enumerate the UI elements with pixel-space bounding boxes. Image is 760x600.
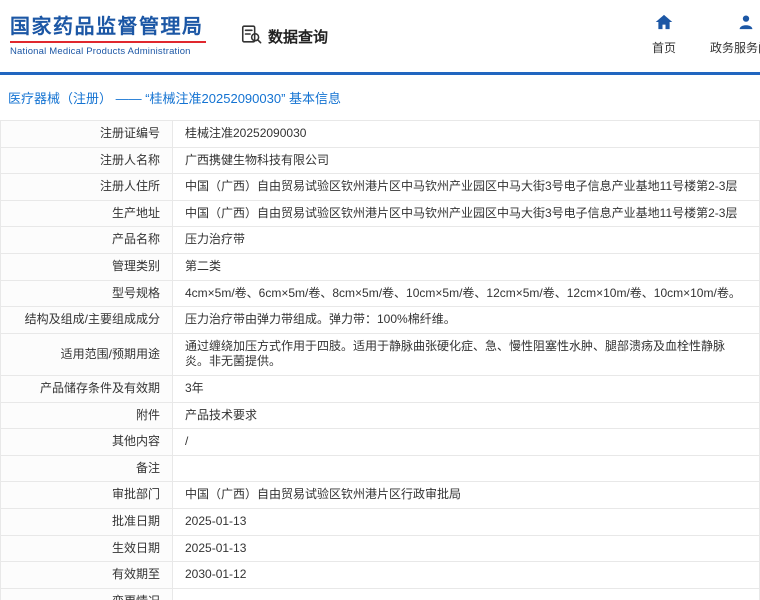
field-value: 2025-01-13: [172, 534, 760, 563]
table-row: 管理类别 第二类: [0, 252, 760, 281]
field-label: 结构及组成/主要组成成分: [0, 306, 173, 334]
field-label: 适用范围/预期用途: [0, 332, 173, 376]
field-label: 产品名称: [0, 226, 173, 254]
field-value: 中国（广西）自由贸易试验区钦州港片区行政审批局: [172, 481, 760, 509]
table-row: 生效日期 2025-01-13: [0, 534, 760, 563]
home-icon: [655, 13, 673, 36]
table-row: 型号规格 4cm×5m/卷、6cm×5m/卷、8cm×5m/卷、10cm×5m/…: [0, 279, 760, 308]
table-row: 生产地址 中国（广西）自由贸易试验区钦州港片区中马钦州产业园区中马大街3号电子信…: [0, 199, 760, 228]
table-row: 注册人住所 中国（广西）自由贸易试验区钦州港片区中马钦州产业园区中马大街3号电子…: [0, 173, 760, 201]
nav-portal[interactable]: 政务服务门户: [710, 13, 760, 56]
field-value: 广西携健生物科技有限公司: [172, 146, 760, 175]
field-value: 第二类: [172, 252, 760, 281]
page-title: 医疗器械（注册） —— “桂械注准20252090030” 基本信息: [8, 91, 342, 106]
table-row: 适用范围/预期用途 通过缠绕加压方式作用于四肢。适用于静脉曲张硬化症、急、慢性阻…: [0, 332, 760, 376]
data-query-label: 数据查询: [268, 28, 329, 46]
table-row: 审批部门 中国（广西）自由贸易试验区钦州港片区行政审批局: [0, 481, 760, 509]
field-value: 4cm×5m/卷、6cm×5m/卷、8cm×5m/卷、10cm×5m/卷、12c…: [172, 279, 760, 308]
table-row: 结构及组成/主要组成成分 压力治疗带由弹力带组成。弹力带：100%棉纤维。: [0, 306, 760, 334]
table-row: 有效期至 2030-01-12: [0, 561, 760, 589]
table-row: 附件 产品技术要求: [0, 401, 760, 430]
field-value: 压力治疗带由弹力带组成。弹力带：100%棉纤维。: [172, 306, 760, 334]
brand-red-divider: [10, 40, 206, 43]
table-row: 备注: [0, 454, 760, 483]
field-value: 2030-01-12: [172, 561, 760, 589]
field-value: 压力治疗带: [172, 226, 760, 254]
data-query-icon: [240, 23, 262, 50]
field-value: 产品技术要求: [172, 401, 760, 430]
table-row: 其他内容 /: [0, 428, 760, 456]
field-value: /: [172, 428, 760, 456]
table-row: 产品储存条件及有效期 3年: [0, 374, 760, 403]
field-label: 附件: [0, 401, 173, 430]
field-value: [172, 454, 760, 483]
user-icon: [737, 13, 755, 36]
table-row: 注册人名称 广西携健生物科技有限公司: [0, 146, 760, 175]
field-label: 注册人名称: [0, 146, 173, 175]
field-value: 通过缠绕加压方式作用于四肢。适用于静脉曲张硬化症、急、慢性阻塞性水肿、腿部溃疡及…: [172, 332, 760, 376]
nav-home[interactable]: 首页: [652, 13, 676, 56]
header-nav: 首页 政务服务门户: [652, 13, 760, 56]
field-value: 3年: [172, 374, 760, 403]
field-value: [172, 587, 760, 600]
data-query-tab[interactable]: 数据查询: [240, 23, 328, 50]
field-label: 审批部门: [0, 481, 173, 509]
site-title: 国家药品监督管理局: [10, 15, 204, 38]
field-label: 生效日期: [0, 534, 173, 563]
site-logo: 国家药品监督管理局 National Medical Products Admi…: [10, 16, 206, 57]
table-row: 变更情况: [0, 587, 760, 600]
field-label: 管理类别: [0, 252, 173, 281]
table-body: 注册证编号 桂械注准20252090030 注册人名称 广西携健生物科技有限公司…: [0, 120, 760, 600]
nav-home-label: 首页: [652, 41, 677, 55]
field-label: 型号规格: [0, 279, 173, 308]
field-label: 注册人住所: [0, 173, 173, 201]
table-row: 注册证编号 桂械注准20252090030: [0, 120, 760, 148]
field-label: 生产地址: [0, 199, 173, 228]
field-label: 有效期至: [0, 561, 173, 589]
field-label: 批准日期: [0, 507, 173, 536]
field-value: 中国（广西）自由贸易试验区钦州港片区中马钦州产业园区中马大街3号电子信息产业基地…: [172, 199, 760, 228]
field-value: 2025-01-13: [172, 507, 760, 536]
registration-info-table: 注册证编号 桂械注准20252090030 注册人名称 广西携健生物科技有限公司…: [0, 120, 760, 600]
table-row: 产品名称 压力治疗带: [0, 226, 760, 254]
field-value: 中国（广西）自由贸易试验区钦州港片区中马钦州产业园区中马大街3号电子信息产业基地…: [172, 173, 760, 201]
field-label: 其他内容: [0, 428, 173, 456]
site-header: 国家药品监督管理局 National Medical Products Admi…: [0, 0, 760, 72]
page: 国家药品监督管理局 National Medical Products Admi…: [0, 0, 760, 600]
site-title-en: National Medical Products Administration: [10, 45, 191, 57]
field-label: 变更情况: [0, 587, 173, 600]
field-label: 备注: [0, 454, 173, 483]
table-row: 批准日期 2025-01-13: [0, 507, 760, 536]
field-label: 产品储存条件及有效期: [0, 374, 173, 403]
field-value: 桂械注准20252090030: [172, 120, 760, 148]
field-label: 注册证编号: [0, 120, 173, 148]
nav-portal-label: 政务服务门户: [710, 41, 760, 55]
